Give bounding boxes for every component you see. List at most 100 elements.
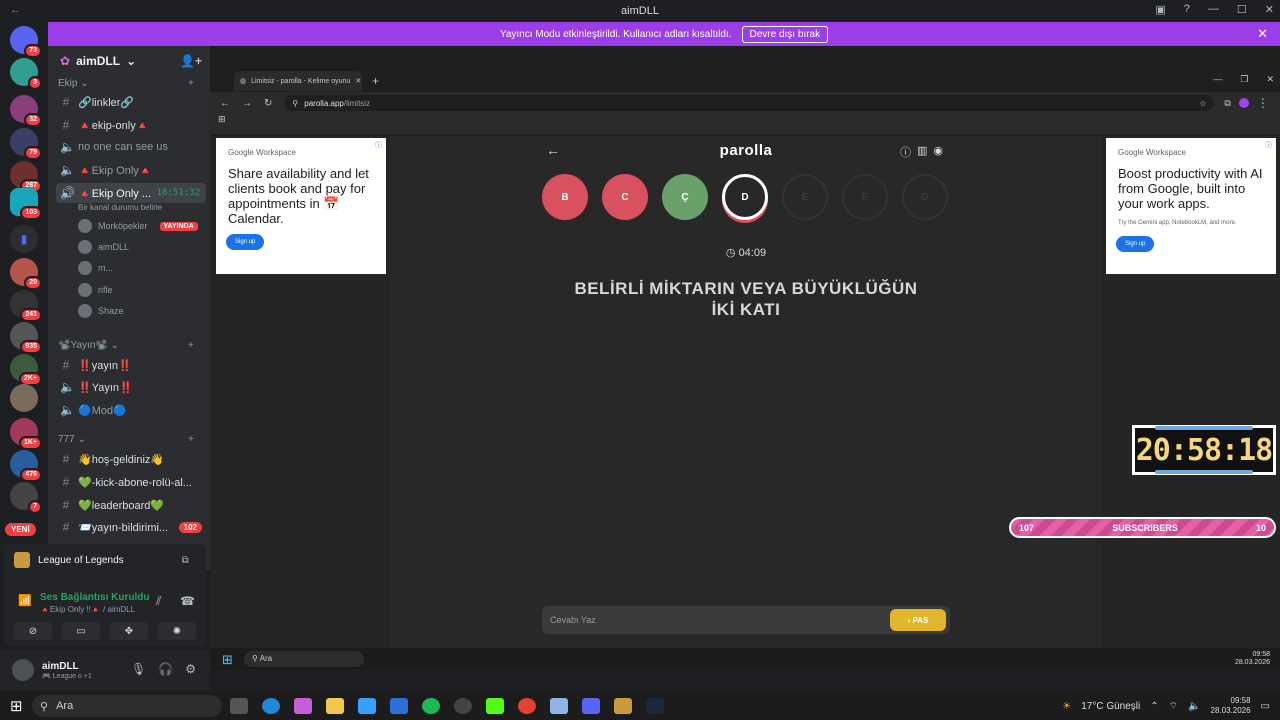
wifi-icon[interactable]: ⌔ — [1169, 700, 1178, 713]
category-yayin[interactable]: 📽️Yayın📽️ ⌄ + — [58, 340, 194, 351]
minimize-button[interactable]: — — [1213, 74, 1222, 85]
close-button[interactable]: ✕ — [1266, 74, 1274, 85]
server-icon[interactable]: 287 — [10, 161, 42, 193]
ad-left[interactable]: ⓘ Google Workspace Share availability an… — [216, 138, 386, 274]
server-icon[interactable]: 476 — [10, 450, 42, 482]
channel-hos-geldiniz[interactable]: # 👋hoş-geldiniz👋 — [56, 449, 206, 469]
category-ekip[interactable]: Ekip ⌄ + — [58, 78, 194, 89]
discord-icon[interactable] — [582, 698, 600, 714]
inbox-icon[interactable]: ▣ — [1155, 3, 1165, 16]
reload-icon[interactable]: ↻ — [264, 98, 272, 109]
channel-ekip-only[interactable]: # 🔺ekip-only🔺 — [56, 115, 206, 135]
file-explorer-icon[interactable] — [326, 698, 344, 714]
server-icon[interactable]: 32 — [10, 95, 42, 127]
ad-info-icon[interactable]: ⓘ — [1265, 140, 1272, 150]
server-icon[interactable]: 103 — [10, 188, 42, 220]
screen-share-button[interactable]: ▭ — [62, 622, 100, 640]
add-channel-icon[interactable]: + — [188, 340, 194, 351]
voice-member[interactable]: Shaze — [78, 302, 124, 320]
menu-icon[interactable]: ⋮ — [1257, 96, 1269, 110]
channel-ekip-only-active[interactable]: 🔊 🔺Ekip Only ... 18:51:32 — [56, 183, 206, 203]
server-icon[interactable]: 241 — [10, 290, 42, 322]
bookmark-star-icon[interactable]: ☆ — [1199, 99, 1206, 108]
profile-avatar[interactable] — [1238, 98, 1249, 108]
server-icon[interactable]: 7 — [10, 482, 42, 514]
mail-icon[interactable] — [390, 698, 408, 714]
server-icon[interactable]: 3 — [10, 58, 42, 90]
soundboard-button[interactable]: ✺ — [158, 622, 196, 640]
pass-button[interactable]: › PAS — [890, 609, 946, 631]
channel-mod[interactable]: 🔈 🔵Mod🔵 — [56, 400, 206, 420]
steam-icon[interactable] — [646, 698, 664, 714]
apps-grid-icon[interactable]: ⊞ — [218, 114, 226, 124]
browser-tab[interactable]: ◍ Limitsiz - parolla - Kelime oyunu ✕ — [234, 71, 362, 91]
voice-member[interactable]: rifle — [78, 281, 113, 299]
ad-signup-button[interactable]: Sign up — [226, 234, 265, 250]
back-icon[interactable]: ← — [220, 98, 230, 109]
notifications-icon[interactable]: ▭ — [1261, 701, 1270, 712]
server-icon[interactable] — [10, 384, 38, 412]
answer-input[interactable]: Cevabı Yaz › PAS — [542, 606, 950, 634]
server-icon[interactable]: 935 — [10, 322, 42, 354]
folder-icon[interactable]: ▮ — [10, 225, 38, 253]
extensions-icon[interactable]: ⧉ — [1224, 98, 1230, 109]
forward-icon[interactable]: → — [242, 98, 252, 109]
site-info-icon[interactable]: ⚲ — [292, 99, 298, 108]
gear-icon[interactable]: ⚙ — [185, 662, 196, 676]
weather-icon[interactable]: ☀ — [1062, 701, 1071, 712]
close-button[interactable]: ✕ — [1265, 3, 1274, 16]
invite-icon[interactable]: 👤+ — [180, 54, 202, 68]
add-channel-icon[interactable]: + — [188, 78, 194, 89]
server-icon-home[interactable]: 73 — [10, 26, 42, 58]
activities-button[interactable]: ✥ — [110, 622, 148, 640]
server-icon[interactable]: 20 — [10, 258, 42, 290]
channel-no-one[interactable]: 🔈 no one can see us — [56, 137, 206, 157]
ad-signup-button[interactable]: Sign up — [1116, 236, 1155, 252]
weather-text[interactable]: 17°C Güneşli — [1081, 701, 1140, 712]
add-channel-icon[interactable]: + — [188, 434, 194, 445]
store-icon[interactable] — [358, 698, 376, 714]
back-arrow-icon[interactable]: ← — [10, 4, 21, 16]
channel-status-hint[interactable]: Bir kanal durumu belirle — [78, 203, 162, 212]
taskbar-clock[interactable]: 09:58 28.03.2026 — [1211, 696, 1251, 716]
help-icon[interactable]: ? — [1184, 3, 1190, 16]
category-777[interactable]: 777 ⌄ + — [58, 434, 194, 445]
new-tab-button[interactable]: + — [372, 74, 379, 88]
camera-off-button[interactable]: ⊘ — [14, 622, 52, 640]
url-input[interactable]: ⚲ parolla.app/limitsiz ☆ — [284, 95, 1215, 111]
activity-card[interactable]: League of Legends ⧉ — [14, 552, 189, 568]
channel-kick[interactable]: # 💚-kick-abone-rolü-al... — [56, 472, 206, 492]
ad-info-icon[interactable]: ⓘ — [375, 140, 382, 150]
windows-start-icon[interactable]: ⊞ — [10, 697, 23, 715]
headphones-icon[interactable]: 🎧 — [158, 662, 173, 676]
channel-yayin[interactable]: # ‼️yayın‼️ — [56, 355, 206, 375]
league-icon[interactable] — [614, 698, 632, 714]
voice-member[interactable]: aimDLL — [78, 238, 129, 256]
chrome-icon[interactable] — [518, 698, 536, 714]
kick-icon[interactable] — [486, 698, 504, 714]
microphone-icon[interactable]: 🎙 — [131, 662, 146, 676]
minimize-button[interactable]: — — [1208, 3, 1219, 16]
restore-button[interactable]: ❐ — [1240, 74, 1248, 85]
app-icon[interactable] — [550, 698, 568, 714]
server-icon[interactable]: 1K+ — [10, 418, 42, 450]
server-icon[interactable]: 79 — [10, 128, 42, 160]
server-icon[interactable]: 2K+ — [10, 354, 42, 386]
chevron-up-icon[interactable]: ⌃ — [1150, 701, 1158, 712]
voice-member[interactable]: m... — [78, 259, 113, 277]
edge-icon[interactable] — [262, 698, 280, 714]
stats-icon[interactable]: ▥ — [917, 144, 927, 160]
volume-icon[interactable]: 🔈 — [1188, 701, 1200, 712]
ad-right[interactable]: ⓘ Google Workspace Boost productivity wi… — [1106, 138, 1276, 274]
close-icon[interactable]: ✕ — [1257, 26, 1268, 42]
channel-bildirim[interactable]: # 📨yayın-bildirimi... 102 — [56, 517, 206, 537]
close-tab-icon[interactable]: ✕ — [355, 77, 361, 85]
info-icon[interactable]: ⓘ — [900, 144, 911, 160]
guild-header[interactable]: ✿ aimDLL ⌄ 👤+ — [48, 46, 210, 76]
maximize-button[interactable]: ☐ — [1237, 3, 1247, 16]
voice-status[interactable]: Ses Bağlantısı Kuruldu — [40, 592, 149, 603]
channel-ekip-only-voice[interactable]: 🔈 🔺Ekip Only🔺 — [56, 160, 206, 180]
account-icon[interactable]: ◉ — [933, 144, 943, 160]
app-icon[interactable] — [454, 698, 472, 714]
disconnect-icon[interactable]: ☎ — [180, 594, 195, 608]
